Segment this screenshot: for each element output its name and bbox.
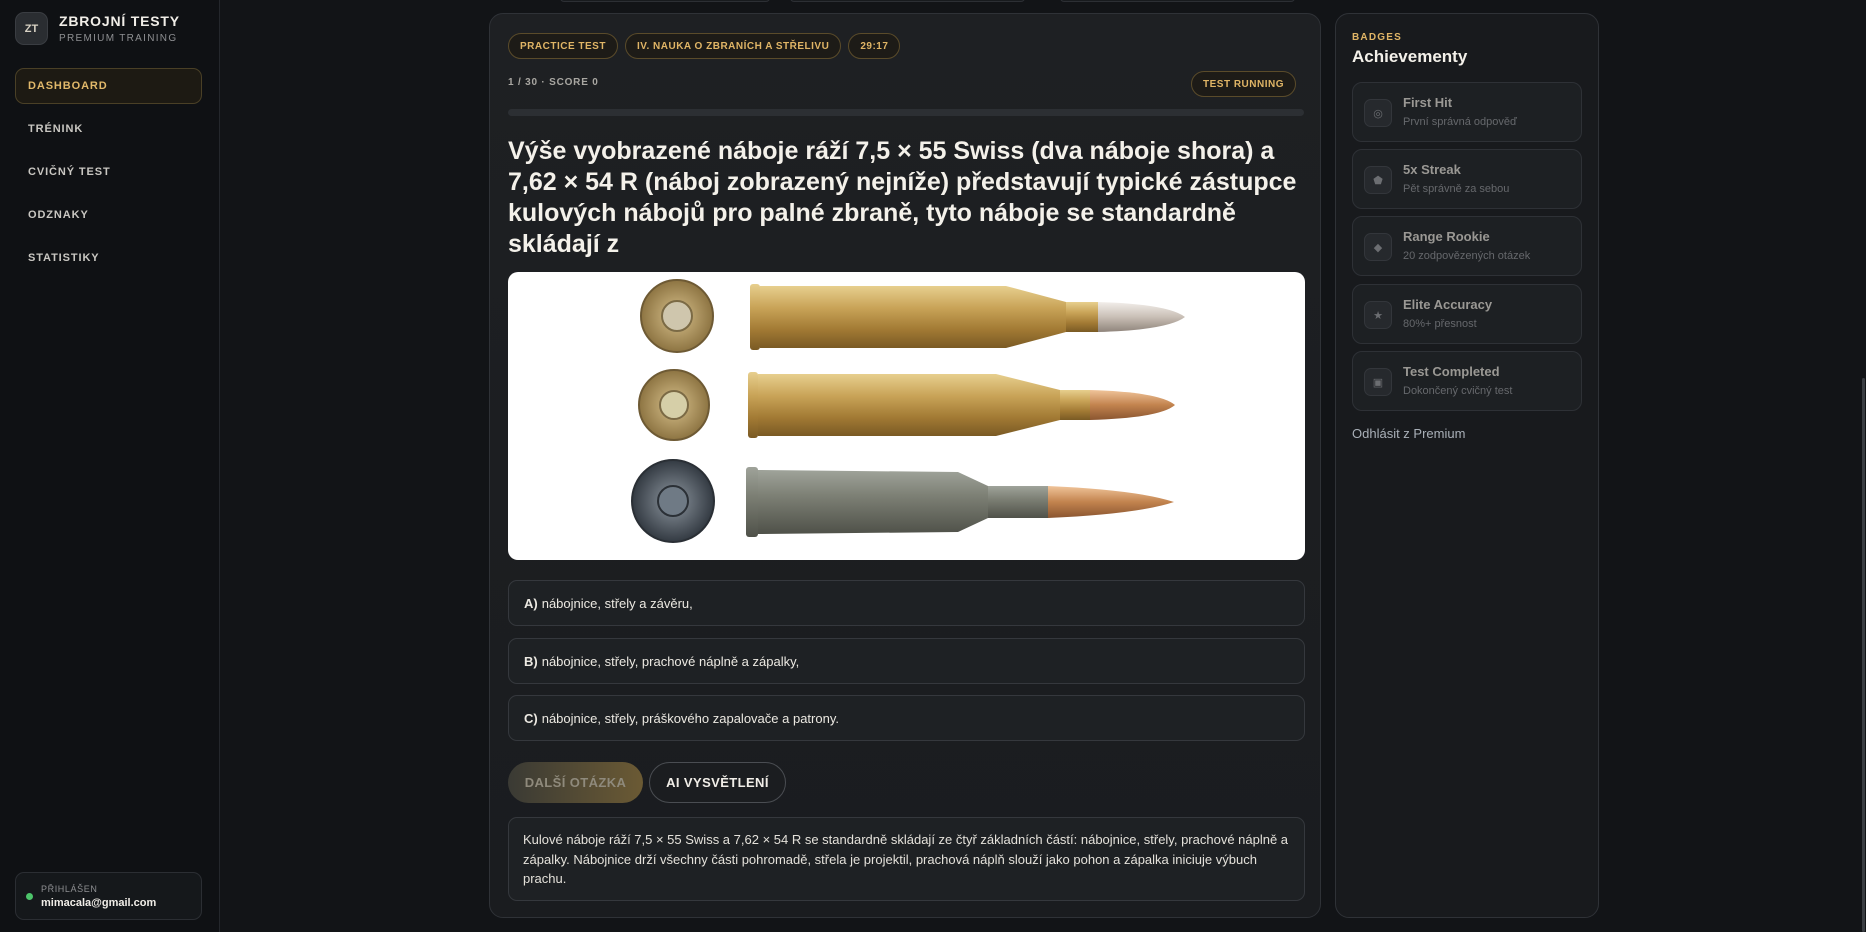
status-badge: TEST RUNNING xyxy=(1191,71,1296,97)
answer-text: nábojnice, střely a závěru, xyxy=(541,595,693,611)
top-card-stub xyxy=(790,0,1025,2)
badges-title: Achievementy xyxy=(1352,47,1468,66)
category-pill: IV. NAUKA O ZBRANÍCH A STŘELIVU xyxy=(624,33,842,59)
cartridge-base-3 xyxy=(631,459,715,543)
progress-text: 1 / 30 · SCORE 0 xyxy=(508,77,599,88)
badge-title: Test Completed xyxy=(1403,364,1500,379)
star-icon: ★ xyxy=(1364,301,1392,329)
answer-option-a[interactable]: A) nábojnice, střely a závěru, xyxy=(508,580,1305,626)
timer-pill: 29:17 xyxy=(848,33,901,59)
nav-item-dashboard[interactable]: DASHBOARD xyxy=(15,68,202,104)
badge-first-hit[interactable]: ◎ First Hit První správná odpověď xyxy=(1352,82,1582,142)
badges-kicker: BADGES xyxy=(1352,32,1402,43)
user-box[interactable]: PŘIHLÁŠEN mimacala@gmail.com xyxy=(15,872,202,920)
brand[interactable]: ZT ZBROJNÍ TESTY PREMIUM TRAINING xyxy=(15,12,180,45)
answer-option-b[interactable]: B) nábojnice, střely, prachové náplně a … xyxy=(508,638,1305,684)
answer-option-c[interactable]: C) nábojnice, střely, práškového zapalov… xyxy=(508,695,1305,741)
next-question-button[interactable]: DALŠÍ OTÁZKA xyxy=(508,762,643,803)
nav-item-cvicny-test[interactable]: CVIČNÝ TEST xyxy=(15,154,202,190)
top-card-stub xyxy=(1060,0,1295,2)
answer-text: nábojnice, střely, prachové náplně a záp… xyxy=(541,653,800,669)
badge-elite-accuracy[interactable]: ★ Elite Accuracy 80%+ přesnost xyxy=(1352,284,1582,344)
page-scrollbar[interactable] xyxy=(1862,378,1865,932)
badges-panel: BADGES Achievementy ◎ First Hit První sp… xyxy=(1335,13,1599,918)
logout-link[interactable]: Odhlásit z Premium xyxy=(1352,426,1465,441)
test-pills: PRACTICE TEST IV. NAUKA O ZBRANÍCH A STŘ… xyxy=(508,33,907,59)
streak-icon: ⬟ xyxy=(1364,166,1392,194)
badge-test-completed[interactable]: ▣ Test Completed Dokončený cvičný test xyxy=(1352,351,1582,411)
mode-pill: PRACTICE TEST xyxy=(508,33,618,59)
test-card: PRACTICE TEST IV. NAUKA O ZBRANÍCH A STŘ… xyxy=(489,13,1321,918)
badge-desc: 20 zodpovězených otázek xyxy=(1403,250,1531,262)
ai-explanation-text: Kulové náboje ráží 7,5 × 55 Swiss a 7,62… xyxy=(508,817,1305,901)
badge-title: Elite Accuracy xyxy=(1403,297,1493,312)
brand-title: ZBROJNÍ TESTY xyxy=(59,13,180,29)
badge-desc: První správná odpověď xyxy=(1403,116,1517,128)
answer-text: nábojnice, střely, práškového zapalovače… xyxy=(541,710,839,726)
nav-item-odznaky[interactable]: ODZNAKY xyxy=(15,197,202,233)
cartridges-image xyxy=(508,272,1305,560)
badge-range-rookie[interactable]: ◆ Range Rookie 20 zodpovězených otázek xyxy=(1352,216,1582,276)
badge-desc: 80%+ přesnost xyxy=(1403,318,1477,330)
brand-subtitle: PREMIUM TRAINING xyxy=(59,33,178,44)
completed-icon: ▣ xyxy=(1364,368,1392,396)
nav-item-trenink[interactable]: TRÉNINK xyxy=(15,111,202,147)
top-card-stub xyxy=(560,0,770,2)
user-email: mimacala@gmail.com xyxy=(41,896,157,909)
badge-desc: Pět správně za sebou xyxy=(1403,183,1510,195)
progress-bar xyxy=(508,109,1304,116)
sidebar: ZT ZBROJNÍ TESTY PREMIUM TRAINING DASHBO… xyxy=(0,0,220,932)
sidebar-nav: DASHBOARD TRÉNINK CVIČNÝ TEST ODZNAKY ST… xyxy=(15,68,202,283)
badge-5x-streak[interactable]: ⬟ 5x Streak Pět správně za sebou xyxy=(1352,149,1582,209)
online-status-icon xyxy=(26,892,33,900)
answer-letter: C) xyxy=(524,710,538,726)
question-text: Výše vyobrazené náboje ráží 7,5 × 55 Swi… xyxy=(508,137,1297,258)
brand-logo: ZT xyxy=(15,12,48,45)
cartridges-illustration xyxy=(631,279,1185,543)
ai-explanation-button[interactable]: AI VYSVĚTLENÍ xyxy=(649,762,786,803)
cartridge-3 xyxy=(746,467,1174,537)
cartridge-2 xyxy=(748,372,1175,438)
cartridge-base-1 xyxy=(640,279,714,353)
user-status-label: PŘIHLÁŠEN xyxy=(41,883,98,894)
badge-title: 5x Streak xyxy=(1403,162,1461,177)
answer-letter: B) xyxy=(524,653,538,669)
badge-title: Range Rookie xyxy=(1403,229,1490,244)
badge-desc: Dokončený cvičný test xyxy=(1403,385,1513,397)
answer-letter: A) xyxy=(524,595,538,611)
cartridge-1 xyxy=(750,284,1185,350)
rookie-icon: ◆ xyxy=(1364,233,1392,261)
cartridge-base-2 xyxy=(638,369,710,441)
badge-title: First Hit xyxy=(1403,95,1453,110)
target-icon: ◎ xyxy=(1364,99,1392,127)
nav-item-statistiky[interactable]: STATISTIKY xyxy=(15,240,202,276)
